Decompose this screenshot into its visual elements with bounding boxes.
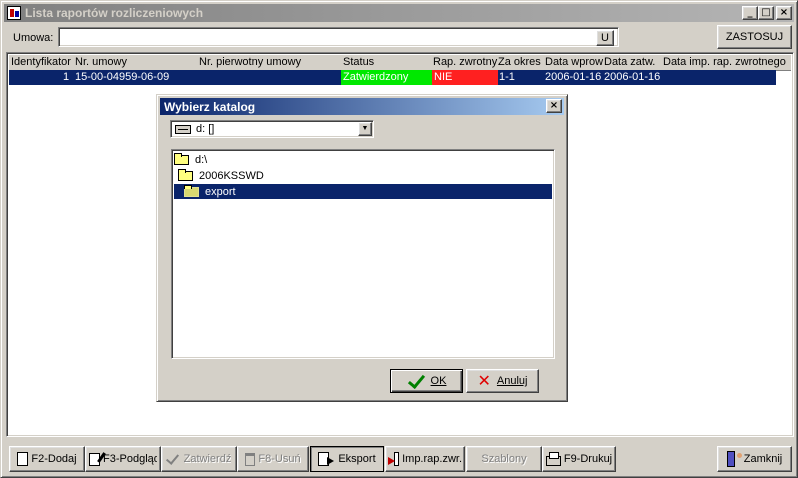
maximize-button[interactable]: □ xyxy=(758,6,774,20)
approve-button-label: Zatwierdź xyxy=(183,453,232,465)
export-icon xyxy=(318,452,335,466)
apply-button[interactable]: ZASTOSUJ xyxy=(717,25,792,49)
folder-list[interactable]: d:\ 2006KSSWD export xyxy=(171,149,555,359)
column-header-nr-umowy[interactable]: Nr. umowy xyxy=(75,56,127,68)
exit-door-icon xyxy=(726,451,742,467)
trash-icon xyxy=(245,452,256,466)
app-icon xyxy=(7,6,21,20)
new-document-icon xyxy=(17,452,29,466)
drive-icon xyxy=(175,124,191,134)
add-button-label: F2-Dodaj xyxy=(31,453,77,465)
close-window-button-label: Zamknij xyxy=(743,453,783,465)
umowa-input[interactable]: U xyxy=(58,27,619,47)
checkmark-icon xyxy=(167,452,181,466)
cell-nr-umowy: 15-00-04959-06-09 xyxy=(75,71,170,83)
preview-button-label: F3-Podgląd xyxy=(103,453,157,465)
column-header-rap-zwrotny[interactable]: Rap. zwrotny xyxy=(433,56,497,68)
cell-data-wprow: 2006-01-16 xyxy=(545,71,602,83)
export-button[interactable]: Eksport xyxy=(310,446,384,472)
minimize-button[interactable]: _ xyxy=(742,6,758,20)
import-icon xyxy=(387,452,400,466)
rap-zwrotny-badge: NIE xyxy=(432,70,498,85)
grid-header: Identyfikator Nr. umowy Nr. pierwotny um… xyxy=(9,55,791,71)
folder-item-label: d:\ xyxy=(195,153,208,166)
print-button-label: F9-Drukuj xyxy=(563,453,613,465)
ok-button[interactable]: OK xyxy=(390,369,463,393)
umowa-label: Umowa: xyxy=(13,32,54,44)
dialog-close-button[interactable]: × xyxy=(546,99,562,113)
checkmark-icon xyxy=(407,373,425,389)
add-button[interactable]: F2-Dodaj xyxy=(9,446,85,472)
open-folder-icon xyxy=(174,152,189,165)
cell-za-okres: 1-1 xyxy=(499,71,515,83)
status-badge: Zatwierdzony xyxy=(341,70,432,85)
delete-button-label: F8-Usuń xyxy=(258,453,301,465)
chevron-down-icon[interactable]: ▼ xyxy=(358,122,372,136)
cell-identyfikator: 1 xyxy=(63,71,70,83)
preview-button[interactable]: F3-Podgląd xyxy=(85,446,161,472)
folder-item-label: export xyxy=(205,185,236,198)
import-button-label: Imp.rap.zwr. xyxy=(402,453,462,465)
templates-button[interactable]: Szablony xyxy=(466,446,542,472)
printer-icon xyxy=(545,451,561,466)
drive-select-value: d: [] xyxy=(196,123,215,135)
cancel-button[interactable]: ✕ Anuluj xyxy=(466,369,539,393)
column-header-nr-pierwotny[interactable]: Nr. pierwotny umowy xyxy=(199,56,301,68)
folder-item-export[interactable]: export xyxy=(174,184,552,199)
print-button[interactable]: F9-Drukuj xyxy=(542,446,616,472)
column-header-identyfikator[interactable]: Identyfikator xyxy=(11,56,71,68)
folder-item-root[interactable]: d:\ xyxy=(174,152,207,167)
toolbar: F2-Dodaj F3-Podgląd Zatwierdź F8-Usuń Ek… xyxy=(4,441,796,475)
cancel-button-label: Anuluj xyxy=(496,375,528,387)
window-title: Lista raportów rozliczeniowych xyxy=(25,6,204,20)
main-titlebar[interactable]: Lista raportów rozliczeniowych _ □ × xyxy=(4,4,794,22)
edit-document-icon xyxy=(89,452,100,466)
dialog-title: Wybierz katalog xyxy=(164,99,256,114)
export-button-label: Eksport xyxy=(338,453,376,465)
approve-button[interactable]: Zatwierdź xyxy=(161,446,237,472)
u-button[interactable]: U xyxy=(596,30,614,46)
close-icon: ✕ xyxy=(477,371,491,390)
close-button[interactable]: × xyxy=(776,6,792,20)
cell-data-zatw: 2006-01-16 xyxy=(604,71,661,83)
column-header-data-zatw[interactable]: Data zatw. xyxy=(604,56,655,68)
table-row[interactable]: 1 15-00-04959-06-09 Zatwierdzony NIE 1-1… xyxy=(9,70,776,85)
drive-select[interactable]: d: [] ▼ xyxy=(170,120,374,138)
import-return-button[interactable]: Imp.rap.zwr. xyxy=(385,446,465,472)
ok-button-label: OK xyxy=(430,375,447,387)
open-folder-icon xyxy=(184,184,199,197)
column-header-data-wprow[interactable]: Data wprow xyxy=(545,56,603,68)
templates-button-label: Szablony xyxy=(481,453,527,465)
open-folder-icon xyxy=(178,168,193,181)
column-header-za-okres[interactable]: Za okres xyxy=(498,56,541,68)
column-header-status[interactable]: Status xyxy=(343,56,374,68)
folder-item-label: 2006KSSWD xyxy=(199,169,264,182)
choose-folder-dialog: Wybierz katalog × d: [] ▼ d:\ 2006KSSWD … xyxy=(156,94,568,402)
window-controls: _ □ × xyxy=(742,6,792,20)
column-header-data-imp[interactable]: Data imp. rap. zwrotnego xyxy=(663,56,791,68)
folder-item-2006ksswd[interactable]: 2006KSSWD xyxy=(178,168,264,183)
delete-button[interactable]: F8-Usuń xyxy=(237,446,309,472)
close-window-button[interactable]: Zamknij xyxy=(717,446,792,472)
dialog-titlebar[interactable]: Wybierz katalog × xyxy=(160,98,564,115)
